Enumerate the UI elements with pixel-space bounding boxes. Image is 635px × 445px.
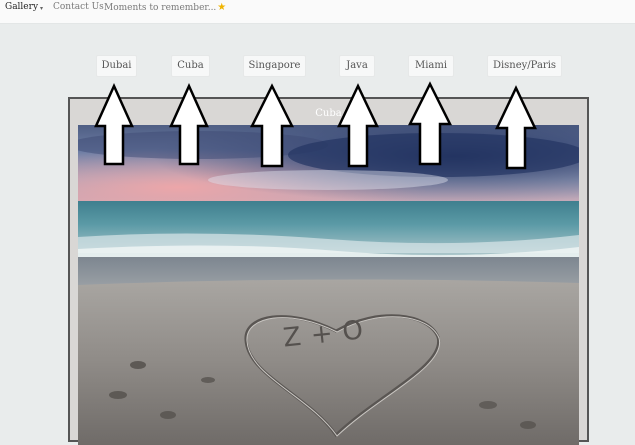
beach-photo[interactable]: Z+O xyxy=(78,125,579,445)
nav-contact-link[interactable]: Contact Us xyxy=(53,2,104,13)
arrow-up-icon xyxy=(337,83,379,168)
arrow-up-icon xyxy=(495,85,537,170)
beach-heart-photo-icon xyxy=(78,125,579,445)
chevron-down-icon[interactable]: ▾ xyxy=(40,3,43,14)
tab-singapore[interactable]: Singapore xyxy=(243,55,306,77)
tab-miami[interactable]: Miami xyxy=(408,55,454,77)
star-icon: ★ xyxy=(217,2,227,13)
arrow-up-icon xyxy=(249,83,295,168)
tab-dubai[interactable]: Dubai xyxy=(96,55,137,77)
nav-moments-link[interactable]: Moments to remember...★ xyxy=(104,2,226,14)
tab-java[interactable]: Java xyxy=(339,55,375,77)
arrow-up-icon xyxy=(169,82,209,166)
tab-cuba[interactable]: Cuba xyxy=(171,55,210,77)
nav-gallery-link[interactable]: Gallery xyxy=(5,2,38,13)
arrow-up-icon xyxy=(94,82,134,166)
tab-disney-paris[interactable]: Disney/Paris xyxy=(487,55,562,77)
nav-moments-label: Moments to remember... xyxy=(104,3,217,13)
top-navbar: Gallery ▾ Contact Us Moments to remember… xyxy=(0,0,635,24)
arrow-up-icon xyxy=(407,81,453,166)
